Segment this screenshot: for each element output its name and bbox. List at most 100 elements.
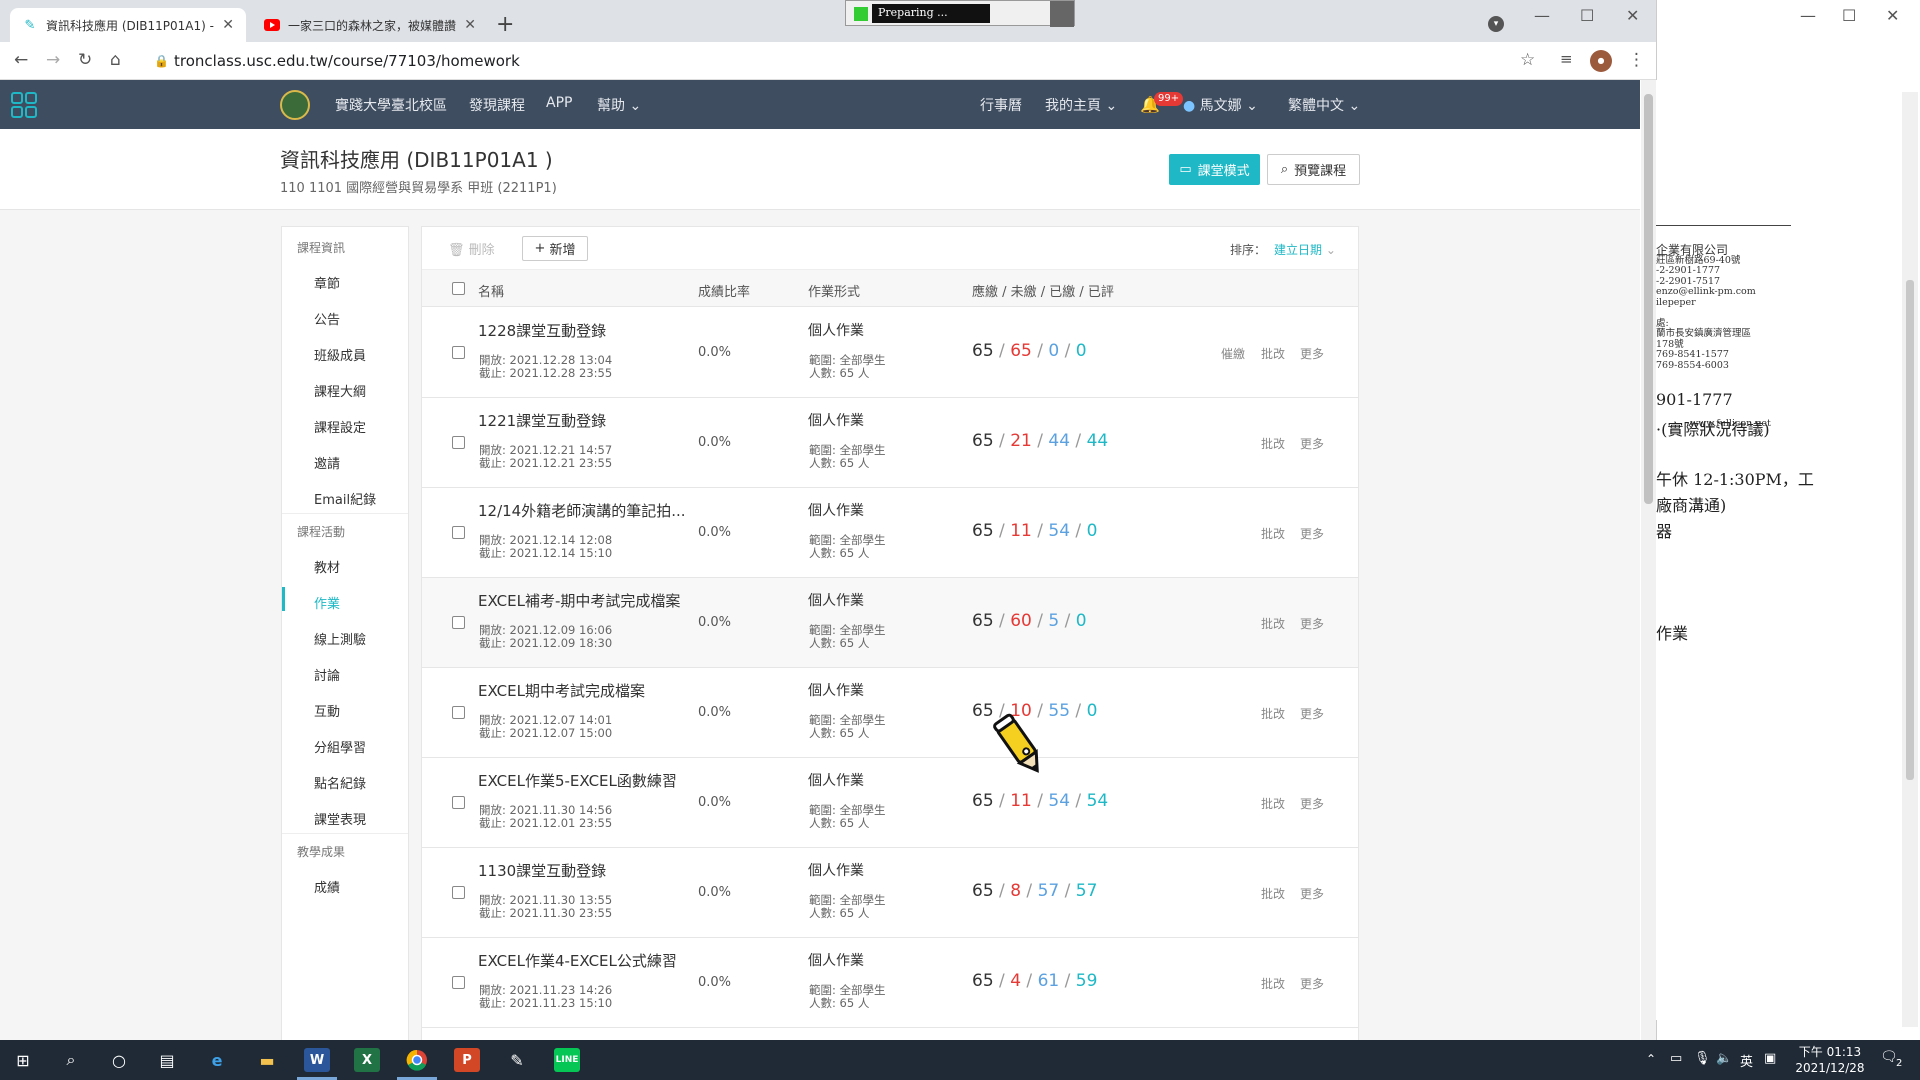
url-input[interactable]: 🔒 tronclass.usc.edu.tw/course/77103/home… [150, 48, 1510, 74]
chrome-icon[interactable] [404, 1048, 430, 1072]
row-checkbox[interactable] [452, 976, 465, 989]
browser-tab-active[interactable]: ✎ 資訊科技應用 (DIB11P01A1) - T ✕ [10, 8, 246, 42]
nav-my-home[interactable]: 我的主頁 ⌄ [1045, 95, 1117, 115]
nav-school[interactable]: 實踐大學臺北校區 [335, 95, 447, 115]
maximize-icon[interactable]: ☐ [1580, 6, 1594, 25]
homework-title[interactable]: 1221課堂互動登錄 [478, 410, 606, 431]
row-checkbox[interactable] [452, 886, 465, 899]
powerpoint-icon[interactable]: P [454, 1048, 480, 1072]
nav-calendar[interactable]: 行事曆 [980, 95, 1022, 115]
sidebar-item-email-log[interactable]: Email紀錄 [314, 489, 376, 508]
system-clock[interactable]: 下午 01:13 2021/12/28 [1790, 1044, 1870, 1076]
row-checkbox[interactable] [452, 436, 465, 449]
stat-submitted[interactable]: 5 [1048, 611, 1059, 631]
close-tab-icon[interactable]: ✕ [222, 17, 234, 33]
nav-app[interactable]: APP [546, 95, 572, 111]
word-icon[interactable]: W [304, 1048, 330, 1072]
windows-start-icon[interactable]: ⊞ [10, 1048, 36, 1072]
microphone-icon[interactable]: 🎙 [1694, 1051, 1711, 1066]
tab-search-icon[interactable]: ▾ [1488, 16, 1504, 32]
stat-unsubmitted[interactable]: 8 [1010, 881, 1021, 901]
cortana-icon[interactable]: ○ [106, 1048, 132, 1072]
homework-title[interactable]: EXCEL作業5-EXCEL函數練習 [478, 770, 677, 791]
grade-action[interactable]: 批改 [1261, 525, 1285, 542]
forward-icon[interactable]: → [46, 50, 60, 70]
edge-icon[interactable]: e [204, 1048, 230, 1072]
stat-submitted[interactable]: 44 [1048, 431, 1070, 451]
stat-submitted[interactable]: 55 [1048, 701, 1070, 721]
sidebar-item-materials[interactable]: 教材 [314, 557, 340, 576]
sidebar-item-groups[interactable]: 分組學習 [314, 737, 366, 756]
row-checkbox[interactable] [452, 346, 465, 359]
network-icon[interactable]: ▭ [1670, 1051, 1682, 1066]
home-icon[interactable]: ⌂ [110, 50, 121, 70]
search-icon[interactable]: ⌕ [58, 1048, 84, 1072]
delete-button[interactable]: 🗑 刪除 [448, 239, 495, 258]
table-row[interactable]: 1130課堂互動登錄 開放: 2021.11.30 13:55 截止: 2021… [422, 848, 1358, 938]
grade-action[interactable]: 批改 [1261, 345, 1285, 362]
stat-graded[interactable]: 0 [1076, 341, 1087, 361]
submission-stats[interactable]: 65 / 11 / 54 / 0 [972, 521, 1097, 541]
row-checkbox[interactable] [452, 706, 465, 719]
sidebar-item-rollcall[interactable]: 點名紀錄 [314, 773, 366, 792]
grade-action[interactable]: 批改 [1261, 705, 1285, 722]
sidebar-item-discussion[interactable]: 討論 [314, 665, 340, 684]
doc-close-icon[interactable]: ✕ [1886, 6, 1899, 25]
nav-language[interactable]: 繁體中文 ⌄ [1288, 95, 1360, 115]
stat-unsubmitted[interactable]: 21 [1010, 431, 1032, 451]
profile-avatar[interactable]: ● [1590, 50, 1612, 72]
row-checkbox[interactable] [452, 616, 465, 629]
submission-stats[interactable]: 65 / 21 / 44 / 44 [972, 431, 1108, 451]
nav-user[interactable]: ● 馬文娜 ⌄ [1183, 95, 1258, 115]
stat-unsubmitted[interactable]: 65 [1010, 341, 1032, 361]
minimize-icon[interactable]: — [1534, 6, 1550, 25]
school-logo[interactable] [280, 90, 310, 120]
classroom-mode-button[interactable]: ▭ 課堂模式 [1169, 154, 1260, 185]
sidebar-item-performance[interactable]: 課堂表現 [314, 809, 366, 828]
submission-stats[interactable]: 65 / 65 / 0 / 0 [972, 341, 1087, 361]
sidebar-item-quiz[interactable]: 線上測驗 [314, 629, 366, 648]
more-action[interactable]: 更多 [1300, 795, 1324, 812]
sort-dropdown[interactable]: 建立日期 ⌄ [1274, 241, 1336, 258]
bookmark-star-icon[interactable]: ☆ [1520, 50, 1535, 70]
doc-maximize-icon[interactable]: ☐ [1842, 6, 1856, 25]
submission-stats[interactable]: 65 / 60 / 5 / 0 [972, 611, 1087, 631]
homework-title[interactable]: EXCEL補考-期中考試完成檔案 [478, 590, 680, 611]
close-window-icon[interactable]: ✕ [1626, 6, 1639, 25]
stat-submitted[interactable]: 61 [1038, 971, 1060, 991]
more-action[interactable]: 更多 [1300, 435, 1324, 452]
homework-title[interactable]: 12/14外籍老師演講的筆記拍... [478, 500, 686, 521]
add-homework-button[interactable]: + 新增 [522, 236, 588, 261]
new-tab-button[interactable]: + [496, 12, 514, 37]
homework-title[interactable]: EXCEL作業4-EXCEL公式練習 [478, 950, 677, 971]
homework-title[interactable]: 1130課堂互動登錄 [478, 860, 606, 881]
preview-course-button[interactable]: ⌕ 預覽課程 [1267, 154, 1360, 185]
grade-action[interactable]: 批改 [1261, 885, 1285, 902]
nav-help[interactable]: 幫助 ⌄ [597, 95, 641, 115]
grade-action[interactable]: 批改 [1261, 975, 1285, 992]
table-row[interactable]: 1221課堂互動登錄 開放: 2021.12.21 14:57 截止: 2021… [422, 398, 1358, 488]
sidebar-item-invite[interactable]: 邀請 [314, 453, 340, 472]
file-explorer-icon[interactable]: ▬ [254, 1048, 280, 1072]
back-icon[interactable]: ← [14, 50, 28, 70]
sidebar-item-homework[interactable]: 作業 [314, 593, 340, 612]
line-icon[interactable]: LINE [554, 1048, 580, 1072]
stat-graded[interactable]: 57 [1076, 881, 1098, 901]
sidebar-item-settings[interactable]: 課程設定 [314, 417, 366, 436]
volume-icon[interactable]: 🔈 [1716, 1051, 1732, 1066]
stat-unsubmitted[interactable]: 4 [1010, 971, 1021, 991]
action-center-icon[interactable]: ▣ [1764, 1051, 1776, 1066]
more-action[interactable]: 更多 [1300, 345, 1324, 362]
sidebar-item-grades[interactable]: 成績 [314, 877, 340, 896]
homework-title[interactable]: EXCEL期中考試完成檔案 [478, 680, 645, 701]
sidebar-item-chapters[interactable]: 章節 [314, 273, 340, 292]
submission-stats[interactable]: 65 / 8 / 57 / 57 [972, 881, 1097, 901]
more-action[interactable]: 更多 [1300, 705, 1324, 722]
more-action[interactable]: 更多 [1300, 885, 1324, 902]
page-scroll-thumb[interactable] [1644, 94, 1653, 504]
stat-graded[interactable]: 0 [1076, 611, 1087, 631]
table-row[interactable]: 12/14外籍老師演講的筆記拍... 開放: 2021.12.14 12:08 … [422, 488, 1358, 578]
grade-action[interactable]: 批改 [1261, 435, 1285, 452]
stat-graded[interactable]: 44 [1087, 431, 1109, 451]
stat-graded[interactable]: 59 [1076, 971, 1098, 991]
